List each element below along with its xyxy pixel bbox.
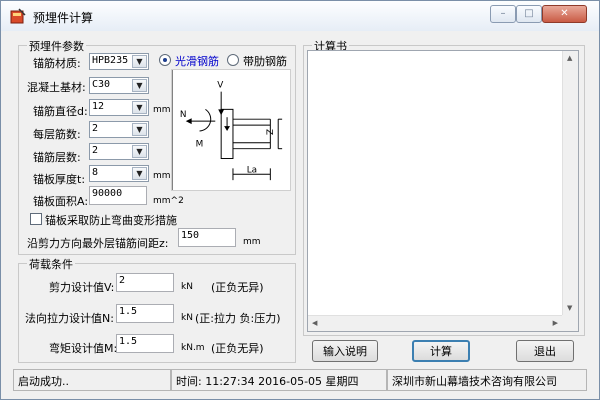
- concrete-select[interactable]: C30 ▼: [89, 77, 149, 94]
- moment-label: 弯矩设计值M:: [49, 342, 118, 355]
- anchor-material-label: 锚筋材质:: [33, 57, 81, 70]
- chevron-down-icon[interactable]: ▼: [132, 79, 147, 92]
- diagram-v-label: V: [217, 81, 223, 91]
- anchor-diameter-select[interactable]: 12 ▼: [89, 99, 149, 116]
- shear-note: (正负无异): [211, 281, 264, 294]
- plate-thickness-select[interactable]: 8 ▼: [89, 165, 149, 182]
- plate-thickness-value: 8: [92, 167, 99, 178]
- chevron-down-icon[interactable]: ▼: [132, 101, 147, 114]
- axial-label: 法向拉力设计值N:: [25, 312, 114, 325]
- layers-value: 2: [92, 145, 99, 156]
- shear-input[interactable]: 2: [116, 273, 174, 292]
- moment-note: (正负无异): [211, 342, 264, 355]
- moment-input[interactable]: 1.5: [116, 334, 174, 353]
- diagram-la-label: La: [247, 165, 257, 175]
- radio-smooth-label[interactable]: 光滑钢筋: [175, 53, 219, 69]
- params-legend: 预埋件参数: [27, 38, 86, 54]
- main-window: 预埋件计算 – □ ✕ 预埋件参数 锚筋材质: HPB235 ▼ 光滑钢筋 带肋…: [0, 0, 600, 400]
- shear-label: 剪力设计值V:: [49, 281, 115, 294]
- plate-area-label: 锚板面积A:: [33, 195, 89, 208]
- spacing-unit: mm: [243, 237, 261, 247]
- axial-input[interactable]: 1.5: [116, 304, 174, 323]
- window-title: 预埋件计算: [33, 11, 94, 25]
- status-company-pane: 深圳市新山幕墙技术咨询有限公司: [387, 369, 587, 391]
- diagram-n-label: N: [180, 110, 187, 120]
- input-help-button[interactable]: 输入说明: [312, 340, 378, 362]
- scrollbar-corner: [562, 315, 578, 331]
- status-message-pane: 启动成功..: [13, 369, 171, 391]
- calc-book-textarea[interactable]: ▲ ▼ ◀ ▶: [307, 50, 579, 332]
- axial-note: (正:拉力 负:压力): [195, 312, 281, 325]
- radio-ribbed-bar[interactable]: [227, 54, 239, 66]
- chevron-down-icon[interactable]: ▼: [132, 123, 147, 136]
- maximize-button[interactable]: □: [516, 5, 542, 23]
- scroll-up-icon[interactable]: ▲: [567, 54, 572, 62]
- bend-prevention-checkbox[interactable]: [30, 213, 42, 225]
- bars-per-layer-value: 2: [92, 123, 99, 134]
- scroll-down-icon[interactable]: ▼: [567, 304, 572, 312]
- horizontal-scrollbar[interactable]: ◀ ▶: [308, 315, 562, 331]
- shear-unit: kN: [181, 282, 193, 292]
- chevron-down-icon[interactable]: ▼: [132, 55, 147, 68]
- anchor-material-value: HPB235: [92, 55, 129, 66]
- anchor-diameter-label: 锚筋直径d:: [33, 105, 88, 118]
- status-company: 深圳市新山幕墙技术咨询有限公司: [392, 375, 557, 388]
- anchor-diameter-unit: mm: [153, 105, 171, 115]
- concrete-value: C30: [92, 79, 111, 90]
- calculate-button[interactable]: 计算: [412, 340, 470, 362]
- status-time-pane: 时间: 11:27:34 2016-05-05 星期四: [171, 369, 387, 391]
- concrete-label: 混凝土基材:: [27, 81, 86, 94]
- embedded-part-diagram: Z V N M La: [171, 69, 291, 191]
- exit-button[interactable]: 退出: [516, 340, 574, 362]
- scroll-left-icon[interactable]: ◀: [312, 319, 317, 327]
- close-button[interactable]: ✕: [542, 5, 587, 23]
- title-bar[interactable]: 预埋件计算 – □ ✕: [1, 1, 599, 31]
- minimize-button[interactable]: –: [490, 5, 516, 23]
- radio-smooth-bar[interactable]: [159, 54, 171, 66]
- layers-label: 锚筋层数:: [33, 151, 81, 164]
- radio-ribbed-label[interactable]: 带肋钢筋: [243, 53, 287, 69]
- diagram-m-label: M: [196, 140, 204, 150]
- anchor-diameter-value: 12: [92, 101, 105, 112]
- vertical-scrollbar[interactable]: ▲ ▼: [562, 51, 578, 315]
- loads-legend: 荷载条件: [27, 256, 75, 272]
- app-icon: [10, 8, 26, 24]
- bars-per-layer-label: 每层筋数:: [33, 128, 81, 141]
- chevron-down-icon[interactable]: ▼: [132, 145, 147, 158]
- anchor-material-select[interactable]: HPB235 ▼: [89, 53, 149, 70]
- plate-area-input[interactable]: 90000: [89, 186, 147, 205]
- layers-select[interactable]: 2 ▼: [89, 143, 149, 160]
- bars-per-layer-select[interactable]: 2 ▼: [89, 121, 149, 138]
- diagram-z-label: Z: [263, 129, 273, 135]
- plate-thickness-label: 锚板厚度t:: [33, 173, 86, 186]
- bend-prevention-label[interactable]: 锚板采取防止弯曲变形措施: [45, 212, 177, 228]
- plate-area-unit: mm^2: [153, 196, 184, 206]
- chevron-down-icon[interactable]: ▼: [132, 167, 147, 180]
- scroll-right-icon[interactable]: ▶: [553, 319, 558, 327]
- plate-thickness-unit: mm: [153, 171, 171, 181]
- status-time: 时间: 11:27:34 2016-05-05 星期四: [176, 375, 359, 388]
- axial-unit: kN: [181, 313, 193, 323]
- spacing-input[interactable]: 150: [178, 228, 236, 247]
- moment-unit: kN.m: [181, 343, 205, 353]
- spacing-label: 沿剪力方向最外层锚筋间距z:: [27, 237, 169, 250]
- status-message: 启动成功..: [18, 375, 69, 388]
